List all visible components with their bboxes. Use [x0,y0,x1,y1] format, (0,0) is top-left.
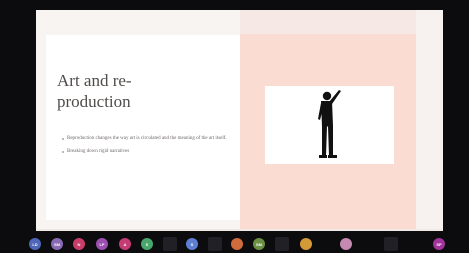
slide-bottom-band [36,229,443,231]
participant-avatar[interactable]: S [186,238,198,250]
participant-avatar[interactable] [300,238,312,250]
slide-text-area [46,35,240,220]
participant-avatar[interactable]: LP [96,238,108,250]
presentation-slide: Art and re- production Reproduction chan… [36,10,443,229]
slide-right-margin [416,10,443,229]
screen-share-view: Art and re- production Reproduction chan… [0,0,469,253]
participant-video-tile[interactable] [275,237,289,251]
participant-avatar[interactable]: SM [51,238,63,250]
participant-avatar[interactable] [231,238,243,250]
participant-avatar[interactable] [340,238,352,250]
participant-avatar[interactable]: N [73,238,85,250]
participant-video-tile[interactable] [208,237,222,251]
bullet-item: Reproduction changes the way art is circ… [62,135,232,143]
participant-video-tile[interactable] [163,237,177,251]
slide-bullets: Reproduction changes the way art is circ… [62,135,232,161]
person-silhouette-icon [318,90,341,158]
participant-avatar[interactable]: SP [433,238,445,250]
slide-title: Art and re- production [57,71,132,111]
slide-pink-top-strip [240,10,416,34]
bullet-item: Breaking down rigid narratives [62,148,232,156]
participant-avatar[interactable]: SM [253,238,265,250]
slide-photo [265,86,394,164]
participant-avatar[interactable]: S [141,238,153,250]
participant-avatar[interactable]: LD [29,238,41,250]
participant-avatar[interactable]: A [119,238,131,250]
participant-video-tile[interactable] [384,237,398,251]
